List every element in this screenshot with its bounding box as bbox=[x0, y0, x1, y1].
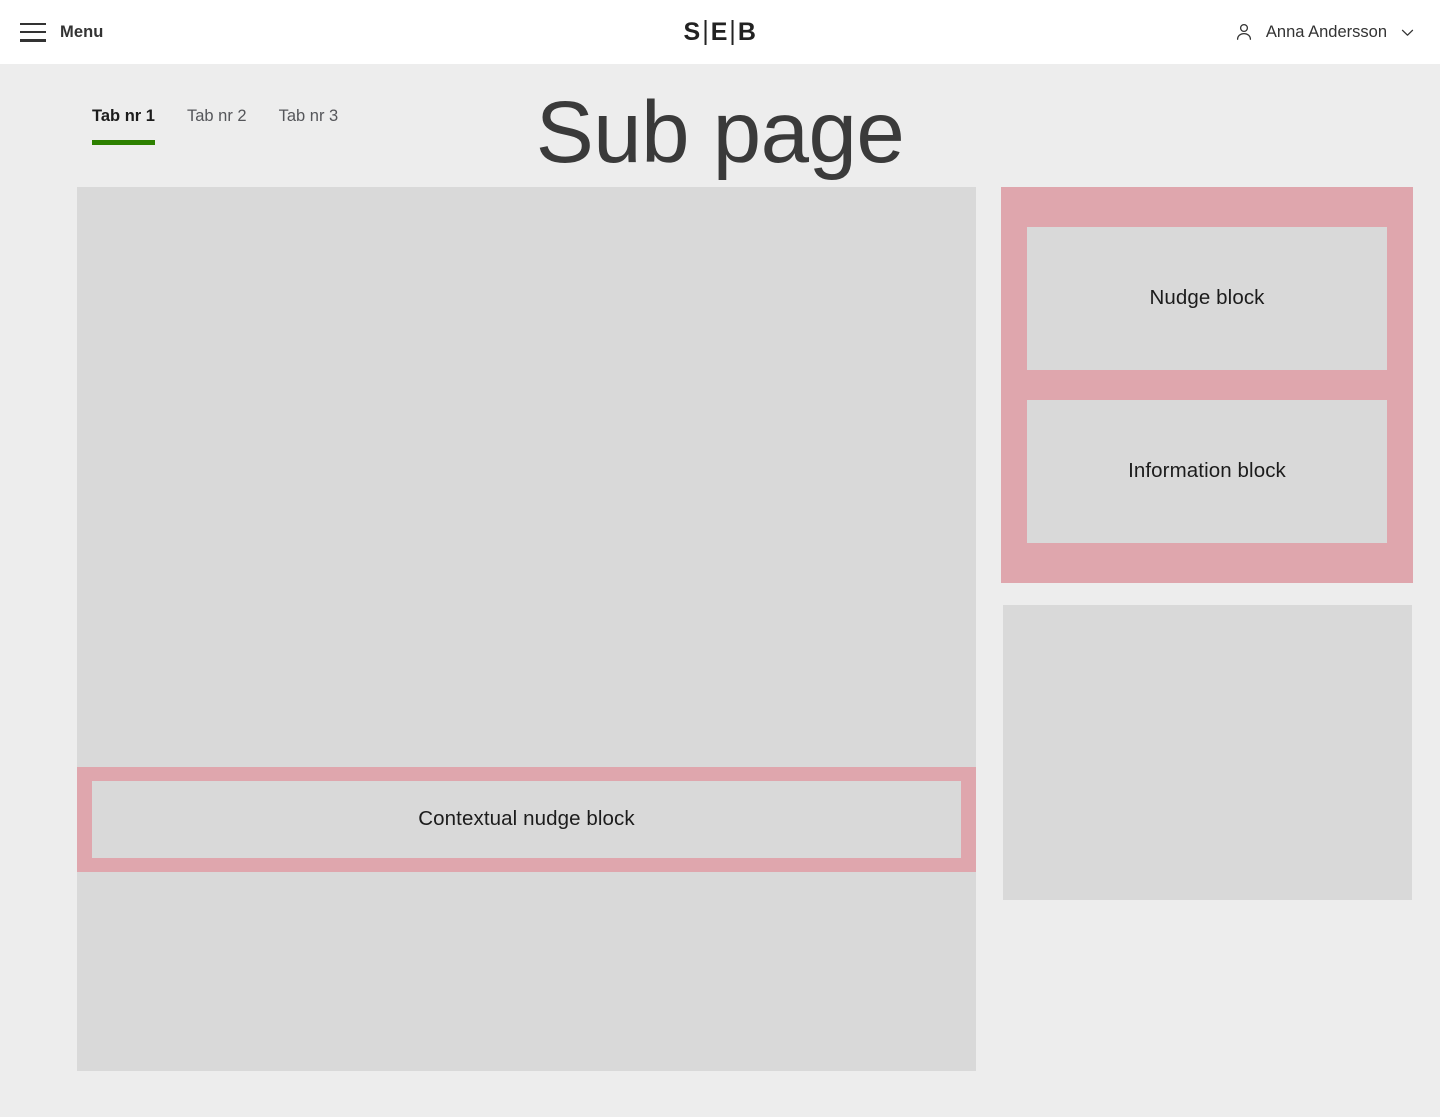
logo-divider-1 bbox=[705, 20, 707, 45]
menu-button[interactable]: Menu bbox=[20, 0, 103, 64]
logo-letter-e: E bbox=[711, 20, 728, 45]
person-icon bbox=[1234, 22, 1254, 42]
contextual-nudge-label: Contextual nudge block bbox=[418, 807, 634, 832]
tab-nr-3[interactable]: Tab nr 3 bbox=[279, 108, 339, 145]
information-block[interactable]: Information block bbox=[1027, 400, 1387, 543]
user-menu[interactable]: Anna Andersson bbox=[1234, 0, 1416, 64]
logo-letter-b: B bbox=[738, 20, 757, 45]
tab-bar: Tab nr 1 Tab nr 2 Tab nr 3 bbox=[92, 108, 338, 145]
nudge-block-label: Nudge block bbox=[1149, 286, 1264, 311]
sidebar-placeholder-block bbox=[1003, 605, 1412, 900]
nudge-block[interactable]: Nudge block bbox=[1027, 227, 1387, 370]
contextual-nudge-block[interactable]: Contextual nudge block bbox=[77, 767, 976, 872]
hamburger-icon bbox=[20, 23, 46, 42]
tab-nr-2[interactable]: Tab nr 2 bbox=[187, 108, 247, 145]
tab-nr-1[interactable]: Tab nr 1 bbox=[92, 108, 155, 145]
nudge-panel: Nudge block Information block bbox=[1001, 187, 1413, 583]
logo-divider-2 bbox=[732, 20, 734, 45]
page-title: Sub page bbox=[536, 85, 905, 181]
menu-button-label: Menu bbox=[60, 24, 103, 41]
logo-letter-s: S bbox=[684, 20, 701, 45]
chevron-down-icon[interactable] bbox=[1399, 24, 1416, 41]
main-content-block: Contextual nudge block bbox=[77, 187, 976, 1071]
user-name-label: Anna Andersson bbox=[1266, 24, 1387, 41]
page-body: Contextual nudge block Nudge block Infor… bbox=[0, 187, 1440, 1117]
seb-logo[interactable]: S E B bbox=[684, 20, 757, 45]
sidebar-column: Nudge block Information block bbox=[1001, 187, 1413, 900]
top-header: Menu S E B Anna Andersson bbox=[0, 0, 1440, 64]
contextual-nudge-inner: Contextual nudge block bbox=[92, 781, 961, 858]
sub-header: Tab nr 1 Tab nr 2 Tab nr 3 Sub page bbox=[0, 64, 1440, 187]
information-block-label: Information block bbox=[1128, 459, 1286, 484]
